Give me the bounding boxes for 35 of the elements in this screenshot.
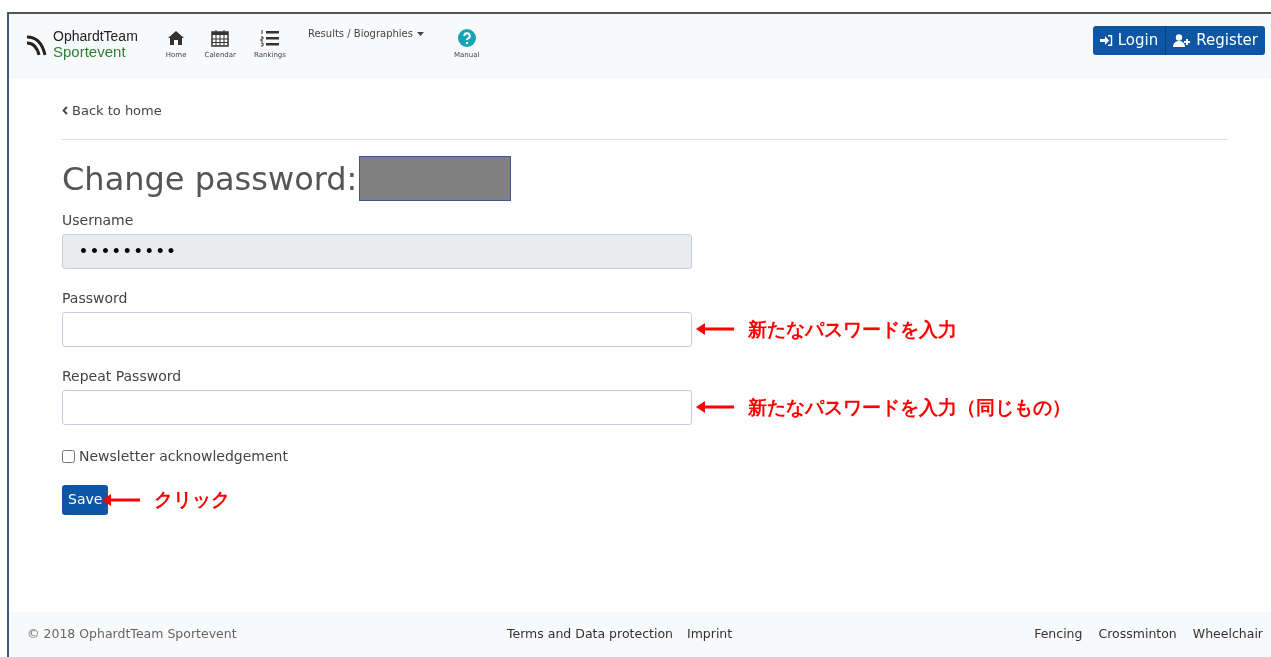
annotation-text: クリック [154, 487, 231, 513]
field-label: Password [62, 288, 129, 308]
brand-subtitle: Sportevent [53, 44, 126, 60]
annotation-text: 新たなパスワードを入力 [748, 316, 957, 342]
calendar-icon [211, 28, 230, 48]
brand-name: OphardtTeam [53, 28, 138, 44]
footer-link[interactable]: Fencing [1034, 625, 1083, 644]
username-field[interactable]: ••••••••• [62, 233, 692, 269]
login-icon [1099, 35, 1113, 46]
add-user-icon [1173, 34, 1192, 47]
login-button[interactable]: Login [1092, 26, 1167, 55]
footer-link[interactable]: Imprint [686, 625, 733, 644]
ranked-list-icon [259, 28, 280, 48]
home-icon [167, 28, 186, 48]
field-label: Username [62, 210, 135, 230]
checkbox-label: Newsletter acknowledgement [79, 446, 288, 466]
newsletter-checkbox[interactable] [62, 449, 75, 463]
results-menu[interactable]: Results / Biographies [299, 26, 432, 41]
footer-link[interactable]: Terms and Data protection [507, 625, 673, 644]
caret-icon [416, 31, 424, 36]
footer-link[interactable]: Crossminton [1098, 625, 1177, 644]
save-button[interactable]: Save [62, 484, 109, 515]
register-button[interactable]: Register [1166, 26, 1265, 55]
password-field[interactable] [62, 311, 692, 347]
arrow-icon [102, 493, 141, 506]
copyright-text: © 2018 OphardtTeam Sportevent [27, 625, 238, 644]
footer-link[interactable]: Wheelchair [1192, 625, 1263, 644]
help-icon [457, 28, 476, 48]
field-label: Repeat Password [62, 366, 183, 386]
arrow-icon [696, 401, 734, 413]
annotation-text: 新たなパスワードを入力（同じもの） [748, 394, 1071, 420]
back-link[interactable]: Back to home [62, 101, 162, 121]
page-heading: Change password: [62, 162, 358, 195]
chevron-left-icon [62, 106, 68, 116]
arrow-icon [696, 323, 734, 335]
